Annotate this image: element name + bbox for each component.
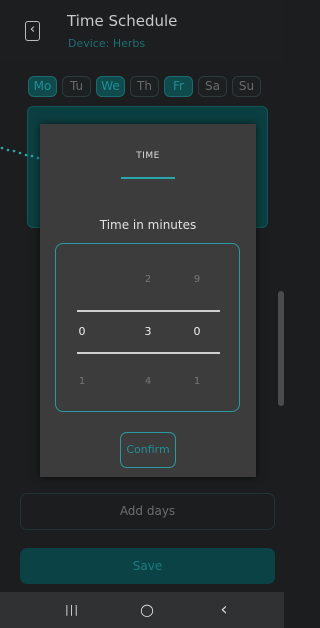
day-th[interactable]: Th [130, 76, 159, 97]
picker-divider-bottom [77, 352, 220, 354]
day-tu[interactable]: Tu [62, 76, 91, 97]
home-icon[interactable]: ○ [132, 592, 162, 628]
picker-col3-selected[interactable]: 0 [187, 325, 207, 338]
day-su[interactable]: Su [232, 76, 261, 97]
picker-col1-below[interactable]: 1 [72, 376, 92, 387]
dialog-title: TIME [136, 151, 160, 161]
nav-back-icon[interactable]: ‹ [209, 592, 239, 628]
picker-col2-above[interactable]: 2 [138, 274, 158, 285]
picker-col2-below[interactable]: 4 [138, 376, 158, 387]
picker-col1-selected[interactable]: 0 [72, 325, 92, 338]
recents-icon[interactable]: ||| [57, 592, 87, 628]
day-fr[interactable]: Fr [164, 76, 193, 97]
picker-col3-below[interactable]: 1 [187, 376, 207, 387]
time-picker-dialog: TIME Time in minutes 2 9 0 3 0 1 4 1 Con… [40, 124, 256, 477]
device-subtitle: Device: Herbs [68, 37, 146, 50]
picker-divider-top [77, 310, 220, 312]
confirm-button[interactable]: Confirm [120, 432, 176, 468]
title-underline [121, 177, 175, 179]
picker-col3-above[interactable]: 9 [187, 274, 207, 285]
number-picker[interactable]: 2 9 0 3 0 1 4 1 [55, 243, 240, 412]
save-button[interactable]: Save [20, 548, 275, 584]
back-icon: ‹ [29, 22, 36, 37]
day-we[interactable]: We [96, 76, 125, 97]
add-days-button[interactable]: Add days [20, 493, 275, 530]
system-navbar: ||| ○ ‹ [0, 592, 284, 628]
picker-col2-selected[interactable]: 3 [138, 325, 158, 338]
dialog-subtitle: Time in minutes [99, 218, 197, 232]
day-mo[interactable]: Mo [28, 76, 57, 97]
day-sa[interactable]: Sa [198, 76, 227, 97]
back-button[interactable]: ‹ [25, 21, 40, 41]
header: ‹ Time Schedule Device: Herbs [0, 0, 284, 62]
page-title: Time Schedule [67, 12, 178, 30]
scrollbar[interactable] [278, 291, 284, 406]
